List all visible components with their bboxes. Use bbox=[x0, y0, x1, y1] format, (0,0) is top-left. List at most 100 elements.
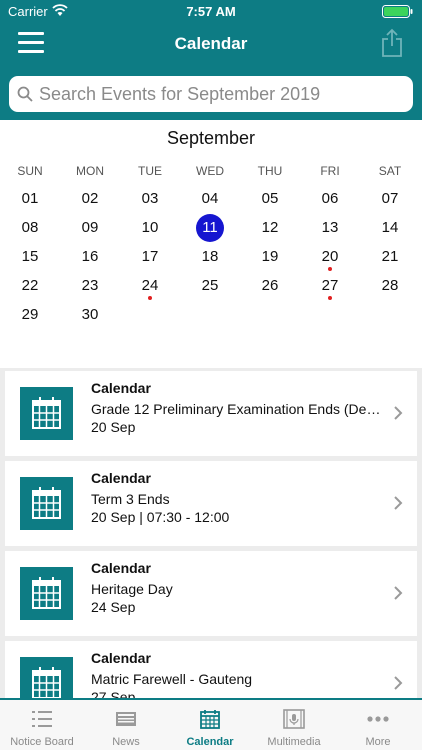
event-date: 20 Sep | 07:30 - 12:00 bbox=[91, 509, 230, 525]
day-number: 04 bbox=[201, 190, 219, 207]
calendar-day[interactable]: 01 bbox=[15, 186, 45, 212]
calendar-day[interactable]: 14 bbox=[375, 215, 405, 241]
weekday-label: WED bbox=[196, 164, 224, 178]
event-card[interactable]: Calendar Term 3 Ends 20 Sep | 07:30 - 12:0… bbox=[5, 461, 417, 546]
calendar-day[interactable]: 09 bbox=[75, 215, 105, 241]
calendar-day[interactable]: 13 bbox=[315, 215, 345, 241]
event-date: 20 Sep bbox=[91, 419, 136, 435]
battery-icon bbox=[382, 5, 413, 18]
search-icon bbox=[17, 86, 33, 102]
event-title: Term 3 Ends bbox=[91, 491, 170, 507]
search-input[interactable] bbox=[39, 82, 399, 106]
tab-label: Calendar bbox=[186, 736, 234, 748]
share-icon[interactable] bbox=[380, 28, 404, 58]
tab-label: News bbox=[112, 736, 140, 748]
day-number: 11 bbox=[202, 219, 218, 236]
day-number: 26 bbox=[261, 277, 279, 294]
event-title: Heritage Day bbox=[91, 581, 173, 597]
page-title: Calendar bbox=[174, 34, 248, 53]
calendar-day[interactable]: 26 bbox=[255, 273, 285, 299]
tab-news[interactable]: News bbox=[84, 700, 168, 750]
tab-notice-board[interactable]: Notice Board bbox=[0, 700, 84, 750]
calendar-icon bbox=[32, 577, 61, 609]
clock: 7:57 AM bbox=[186, 4, 236, 19]
event-category: Calendar bbox=[91, 560, 151, 576]
day-number: 03 bbox=[141, 190, 159, 207]
list-icon bbox=[32, 711, 52, 727]
day-number: 16 bbox=[81, 248, 99, 265]
calendar-day[interactable]: 04 bbox=[195, 186, 225, 212]
calendar-day[interactable]: 15 bbox=[15, 244, 45, 270]
calendar-day[interactable]: 06 bbox=[315, 186, 345, 212]
calendar-day[interactable]: 10 bbox=[135, 215, 165, 241]
chevron-right-icon bbox=[394, 406, 403, 420]
weekday-header: SUN MON TUE WED THU FRI SAT bbox=[0, 164, 422, 180]
calendar-day[interactable]: 29 bbox=[15, 302, 45, 328]
day-number: 19 bbox=[261, 248, 279, 265]
tab-more[interactable]: More bbox=[336, 700, 420, 750]
calendar-day[interactable]: 27 bbox=[315, 273, 345, 300]
day-number: 05 bbox=[261, 190, 279, 207]
calendar-day[interactable]: 02 bbox=[75, 186, 105, 212]
news-icon bbox=[116, 712, 136, 726]
day-number: 09 bbox=[81, 219, 99, 236]
calendar-day[interactable]: 20 bbox=[315, 244, 345, 271]
day-number: 25 bbox=[201, 277, 219, 294]
calendar-day[interactable]: 12 bbox=[255, 215, 285, 241]
calendar-day[interactable]: 03 bbox=[135, 186, 165, 212]
calendar-day[interactable]: 24 bbox=[135, 273, 165, 300]
calendar-day[interactable]: 05 bbox=[255, 186, 285, 212]
day-number: 02 bbox=[81, 190, 99, 207]
event-dot bbox=[328, 267, 332, 271]
day-number: 15 bbox=[21, 248, 39, 265]
event-title: Matric Farewell - Gauteng bbox=[91, 671, 253, 687]
event-card[interactable]: Calendar Heritage Day 24 Sep bbox=[5, 551, 417, 636]
calendar-day[interactable]: 22 bbox=[15, 273, 45, 299]
tab-calendar[interactable]: Calendar bbox=[168, 700, 252, 750]
chevron-right-icon bbox=[394, 496, 403, 510]
weekday-label: TUE bbox=[138, 164, 162, 178]
search-bar bbox=[0, 68, 422, 120]
calendar-day[interactable]: 19 bbox=[255, 244, 285, 270]
day-number: 29 bbox=[21, 306, 39, 323]
day-number: 17 bbox=[141, 248, 159, 265]
day-number: 07 bbox=[381, 190, 399, 207]
weekday-label: FRI bbox=[320, 164, 340, 178]
weekday-label: THU bbox=[257, 164, 283, 178]
day-number: 18 bbox=[201, 248, 219, 265]
day-number: 01 bbox=[21, 190, 39, 207]
event-title: Grade 12 Preliminary Examination Ends (D… bbox=[91, 401, 381, 417]
nav-bar: Calendar bbox=[0, 22, 422, 68]
calendar-day[interactable]: 18 bbox=[195, 244, 225, 270]
weekday-label: MON bbox=[76, 164, 104, 178]
calendar-day[interactable]: 21 bbox=[375, 244, 405, 270]
event-card[interactable]: Calendar Grade 12 Preliminary Examination… bbox=[5, 371, 417, 456]
event-thumbnail bbox=[20, 387, 73, 440]
month-calendar: September SUN MON TUE WED THU FRI SAT 01 02 03 04… bbox=[0, 120, 422, 368]
tab-multimedia[interactable]: Multimedia bbox=[252, 700, 336, 750]
day-number: 28 bbox=[381, 277, 399, 294]
tab-label: More bbox=[365, 736, 391, 748]
calendar-day[interactable]: 07 bbox=[375, 186, 405, 212]
calendar-icon bbox=[32, 667, 61, 698]
calendar-day[interactable]: 11 bbox=[196, 214, 224, 242]
calendar-day[interactable]: 17 bbox=[135, 244, 165, 270]
calendar-day[interactable]: 28 bbox=[375, 273, 405, 299]
day-number: 13 bbox=[321, 219, 339, 236]
event-thumbnail bbox=[20, 567, 73, 620]
calendar-day[interactable]: 08 bbox=[15, 215, 45, 241]
event-thumbnail bbox=[20, 657, 73, 698]
search-field[interactable] bbox=[9, 76, 413, 112]
calendar-day[interactable]: 30 bbox=[75, 302, 105, 328]
month-label: September bbox=[166, 128, 256, 148]
day-number: 22 bbox=[21, 277, 39, 294]
calendar-day[interactable]: 16 bbox=[75, 244, 105, 270]
event-card[interactable]: Calendar Matric Farewell - Gauteng 27 Sep bbox=[5, 641, 417, 698]
multimedia-icon bbox=[283, 709, 305, 729]
day-number: 14 bbox=[381, 219, 399, 236]
event-list: Calendar Grade 12 Preliminary Examination… bbox=[0, 371, 422, 698]
day-number: 23 bbox=[81, 277, 99, 294]
calendar-day[interactable]: 25 bbox=[195, 273, 225, 299]
calendar-day[interactable]: 23 bbox=[75, 273, 105, 299]
day-number: 30 bbox=[81, 306, 99, 323]
